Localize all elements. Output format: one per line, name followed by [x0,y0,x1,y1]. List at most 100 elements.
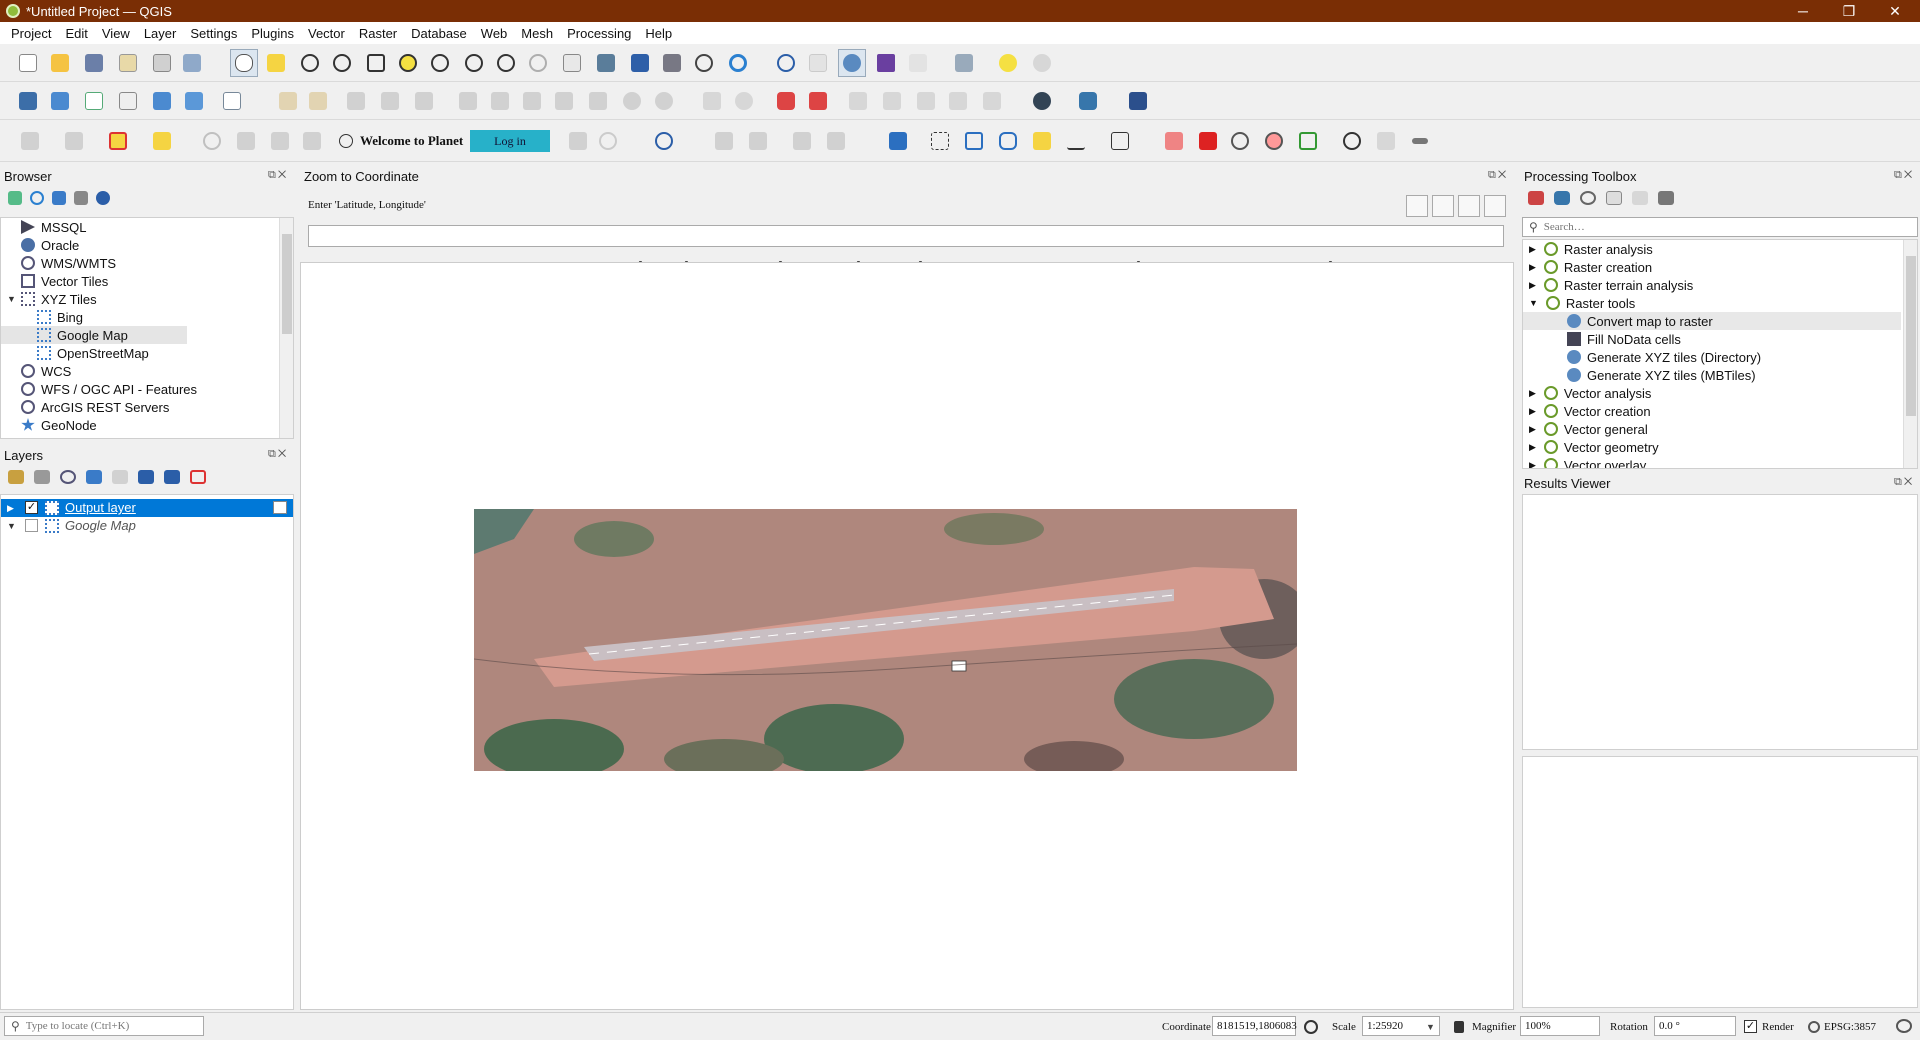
mesh-digitize-button[interactable] [824,129,848,153]
output-layer-checkbox[interactable]: ✓ [25,501,38,514]
delete-selected-button[interactable] [488,89,512,113]
menu-database[interactable]: Database [404,26,474,41]
show-bookmarks-button[interactable] [660,51,684,75]
zoom-next-button[interactable] [526,51,550,75]
new-print-layout-button[interactable] [116,51,140,75]
browser-item-bing[interactable]: Bing [37,308,83,326]
menu-web[interactable]: Web [474,26,515,41]
layout-manager-button[interactable] [150,51,174,75]
messages-icon[interactable] [1896,1019,1912,1033]
zoom-in-button[interactable] [298,51,322,75]
settings-wrench-icon[interactable] [1458,195,1480,217]
browser-item-wms[interactable]: WMS/WMTS [21,254,116,272]
label-toolbar-button[interactable] [700,89,724,113]
temporal-controller-button[interactable] [692,51,716,75]
browser-item-mssql[interactable]: MSSQL [21,218,87,236]
new-map-view-button[interactable] [560,51,584,75]
change-label-button[interactable] [980,89,1004,113]
map-tips-button[interactable] [996,51,1020,75]
planet-settings-button[interactable] [596,129,620,153]
browser-item-google-map[interactable]: Google Map [37,326,128,344]
menu-view[interactable]: View [95,26,137,41]
zoom-native-button[interactable] [462,51,486,75]
redo-button[interactable] [652,89,676,113]
new-temporary-layer-button[interactable] [150,89,174,113]
vertex-tool-button[interactable] [412,89,436,113]
planet-logo-button[interactable] [334,129,358,153]
digitize-button[interactable] [378,89,402,113]
undo-button[interactable] [620,89,644,113]
copy-features-button[interactable] [552,89,576,113]
toggle-editing-button[interactable] [306,89,330,113]
zoom-float-close-buttons[interactable]: ⧉✕ [1488,169,1508,182]
results-icon[interactable] [1606,191,1622,205]
select-shape-button[interactable] [928,129,952,153]
add-group-icon[interactable] [34,470,50,484]
statistical-summary-button[interactable] [874,51,898,75]
show-unplaced-labels-button[interactable] [806,89,830,113]
add-selected-layers-icon[interactable] [8,191,22,205]
pan-map-button[interactable] [230,49,258,77]
minimize-button[interactable]: ─ [1780,0,1826,22]
planet-inspector-button[interactable] [268,129,292,153]
menu-processing[interactable]: Processing [560,26,638,41]
georeferencer-button[interactable] [790,129,814,153]
scripts-icon[interactable] [1554,191,1570,205]
edit-features-in-place-icon[interactable] [1632,191,1648,205]
processing-item-xyz-mbtiles[interactable]: Generate XYZ tiles (MBTiles) [1567,366,1756,384]
menu-mesh[interactable]: Mesh [514,26,560,41]
processing-toolbox-button[interactable] [838,49,866,77]
edits-button[interactable] [276,89,300,113]
collapse-all-icon[interactable] [164,470,180,484]
processing-scrollbar[interactable] [1903,240,1917,468]
toggle-extents-icon[interactable] [1304,1020,1318,1034]
menu-settings[interactable]: Settings [183,26,244,41]
manage-themes-icon[interactable] [60,470,76,484]
data-source-manager-button[interactable] [16,89,40,113]
refresh-icon[interactable] [30,191,44,205]
layer-labeling-button[interactable] [732,89,756,113]
move-label-button[interactable] [914,89,938,113]
rotation-spinbox[interactable]: 0.0 ° [1654,1016,1736,1036]
georef-map-button[interactable] [1196,129,1220,153]
google-map-layer-label[interactable]: Google Map [65,518,136,533]
processing-item-vector-analysis[interactable]: ▶ Vector analysis [1529,384,1651,402]
crs-label[interactable]: EPSG:3857 [1824,1021,1876,1033]
help-button[interactable] [1126,89,1150,113]
add-polyline-button[interactable] [996,129,1020,153]
identify-features-button[interactable] [774,51,798,75]
style-manager-button[interactable] [180,51,204,75]
browser-item-arcgis[interactable]: ArcGIS REST Servers [21,398,169,416]
open-attribute-table-button[interactable] [806,51,830,75]
cut-features-button[interactable] [520,89,544,113]
browser-item-xyz-tiles[interactable]: XYZ Tiles [21,290,97,308]
menu-raster[interactable]: Raster [352,26,404,41]
extent-button[interactable] [1296,129,1320,153]
crs-globe-icon[interactable] [1808,1021,1820,1033]
text-annotation-button[interactable] [1108,129,1132,153]
zoom-to-selection-button[interactable] [396,51,420,75]
copy-coordinate-icon[interactable] [1432,195,1454,217]
refresh-button[interactable] [726,51,750,75]
processing-item-vector-general[interactable]: ▶ Vector general [1529,420,1648,438]
output-layer-label[interactable]: Output layer [65,500,136,515]
render-checkbox[interactable]: ✓ [1744,1020,1757,1033]
results-float-close-buttons[interactable]: ⧉✕ [1894,476,1914,489]
planet-explorer-button[interactable] [234,129,258,153]
filter-icon[interactable] [52,191,66,205]
add-marker-button[interactable] [1030,129,1054,153]
clear-marker-icon[interactable] [1484,195,1506,217]
remove-layer-icon[interactable] [190,470,206,484]
modify-attributes-button[interactable] [456,89,480,113]
processing-float-close-buttons[interactable]: ⧉✕ [1894,169,1914,182]
zoom-last-button[interactable] [494,51,518,75]
highlight-labels-button[interactable] [880,89,904,113]
processing-item-vector-creation[interactable]: ▶ Vector creation [1529,402,1651,420]
new-project-button[interactable] [16,51,40,75]
show-pinned-labels-button[interactable] [774,89,798,113]
annotation-button[interactable] [1030,51,1054,75]
restore-button[interactable]: ❐ [1826,0,1872,22]
coordinate-input[interactable] [308,225,1504,247]
select-by-value-button[interactable] [62,129,86,153]
pan-to-selection-button[interactable] [264,51,288,75]
